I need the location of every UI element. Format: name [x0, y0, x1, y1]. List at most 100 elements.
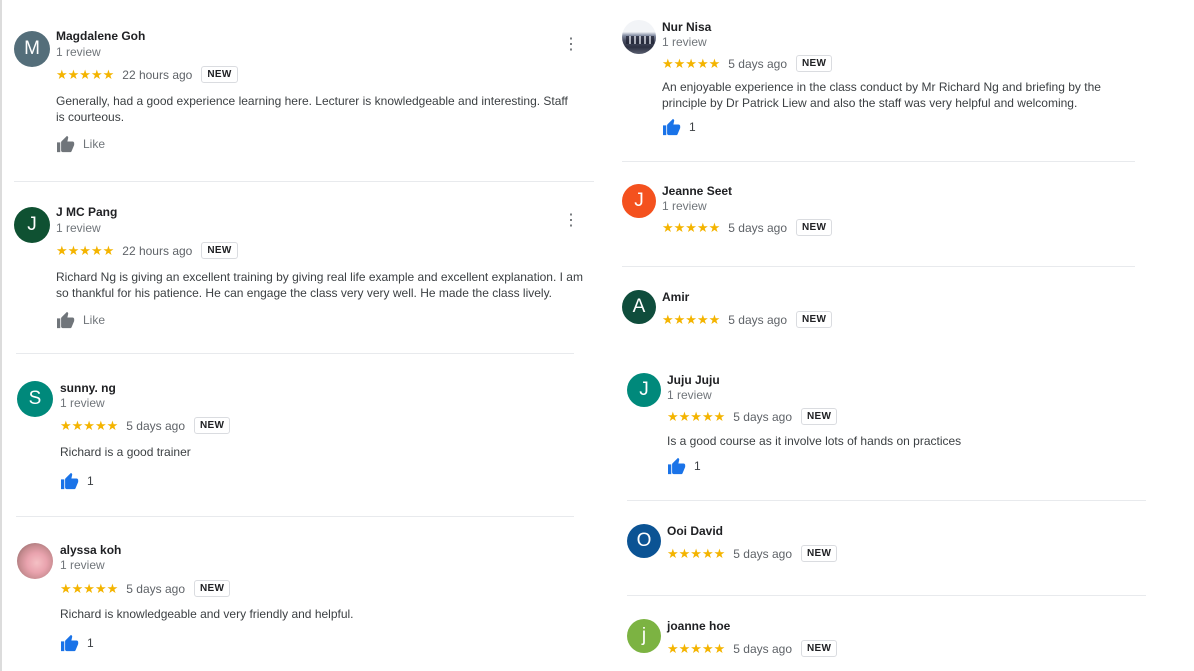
review-count: 1 review — [662, 199, 707, 213]
avatar[interactable]: J — [14, 207, 50, 243]
review-card: alyssa koh 1 review ★★★★★ 5 days ago NEW… — [17, 543, 577, 653]
reviewer-name[interactable]: J MC Pang — [56, 205, 117, 219]
review-text: Richard is a good trainer — [60, 445, 191, 459]
review-card: A Amir ★★★★★ 5 days ago NEW — [622, 290, 1142, 330]
divider — [627, 595, 1146, 596]
like-button[interactable]: Like — [56, 135, 105, 153]
new-badge: NEW — [201, 66, 238, 83]
review-card: j joanne hoe ★★★★★ 5 days ago NEW — [627, 619, 1147, 659]
reviewer-name[interactable]: Magdalene Goh — [56, 29, 145, 43]
review-time: 5 days ago — [733, 546, 792, 561]
like-count: 1 — [87, 636, 94, 650]
star-rating: ★★★★★ — [667, 640, 726, 656]
star-rating: ★★★★★ — [56, 242, 115, 258]
review-time: 22 hours ago — [122, 243, 193, 258]
new-badge: NEW — [201, 242, 238, 259]
review-card: J J MC Pang 1 review ★★★★★ 22 hours ago … — [14, 205, 594, 337]
reviewer-name[interactable]: joanne hoe — [667, 619, 730, 633]
avatar[interactable]: A — [622, 290, 656, 324]
review-text: Is a good course as it involve lots of h… — [667, 434, 962, 448]
reviewer-name[interactable]: Amir — [662, 290, 689, 304]
avatar[interactable]: J — [622, 184, 656, 218]
new-badge: NEW — [796, 55, 833, 72]
review-count: 1 review — [56, 45, 101, 59]
review-count: 1 review — [60, 396, 105, 410]
like-button[interactable]: Like — [56, 311, 105, 329]
like-count: 1 — [694, 459, 701, 473]
review-text: Richard is knowledgeable and very friend… — [60, 607, 354, 621]
review-count: 1 review — [56, 221, 101, 235]
avatar[interactable]: J — [627, 373, 661, 407]
more-vert-icon[interactable]: ⋮ — [563, 37, 579, 53]
new-badge: NEW — [801, 640, 838, 657]
avatar[interactable]: j — [627, 619, 661, 653]
review-meta: ★★★★★ 22 hours ago NEW — [56, 242, 238, 259]
avatar[interactable] — [17, 543, 53, 579]
like-button[interactable]: 1 — [667, 457, 701, 475]
review-time: 5 days ago — [733, 641, 792, 656]
thumb-up-icon — [57, 135, 75, 153]
review-time: 5 days ago — [126, 418, 185, 433]
review-card: M Magdalene Goh 1 review ★★★★★ 22 hours … — [14, 29, 594, 161]
like-count: 1 — [689, 120, 696, 134]
review-text: Generally, had a good experience learnin… — [56, 94, 568, 124]
divider — [622, 161, 1135, 162]
avatar[interactable]: O — [627, 524, 661, 558]
like-label: Like — [83, 137, 106, 151]
like-button[interactable]: 1 — [60, 472, 94, 490]
review-meta: ★★★★★ 5 days ago NEW — [662, 311, 833, 328]
more-vert-icon[interactable]: ⋮ — [563, 213, 579, 229]
avatar[interactable]: M — [14, 31, 50, 67]
like-count: 1 — [87, 474, 94, 488]
new-badge: NEW — [194, 580, 231, 597]
review-time: 5 days ago — [733, 409, 792, 424]
review-meta: ★★★★★ 5 days ago NEW — [662, 219, 833, 236]
avatar[interactable] — [622, 20, 656, 54]
divider — [14, 181, 594, 182]
review-time: 5 days ago — [728, 312, 787, 327]
thumb-up-icon — [663, 118, 681, 136]
new-badge: NEW — [194, 417, 231, 434]
star-rating: ★★★★★ — [662, 311, 721, 327]
star-rating: ★★★★★ — [60, 417, 119, 433]
review-meta: ★★★★★ 22 hours ago NEW — [56, 66, 238, 83]
review-meta: ★★★★★ 5 days ago NEW — [667, 408, 838, 425]
review-time: 5 days ago — [728, 56, 787, 71]
review-card: J Juju Juju 1 review ★★★★★ 5 days ago NE… — [627, 373, 1147, 483]
review-card: O Ooi David ★★★★★ 5 days ago NEW — [627, 524, 1147, 564]
reviewer-name[interactable]: Jeanne Seet — [662, 184, 732, 198]
divider — [16, 353, 574, 354]
avatar[interactable]: S — [17, 381, 53, 417]
review-meta: ★★★★★ 5 days ago NEW — [667, 545, 838, 562]
review-card: J Jeanne Seet 1 review ★★★★★ 5 days ago … — [622, 184, 1142, 244]
review-count: 1 review — [60, 558, 105, 572]
new-badge: NEW — [796, 311, 833, 328]
review-count: 1 review — [667, 388, 712, 402]
reviewer-name[interactable]: Nur Nisa — [662, 20, 711, 34]
star-rating: ★★★★★ — [56, 66, 115, 82]
new-badge: NEW — [801, 545, 838, 562]
reviewer-name[interactable]: Juju Juju — [667, 373, 720, 387]
new-badge: NEW — [796, 219, 833, 236]
reviewer-name[interactable]: sunny. ng — [60, 381, 116, 395]
review-card: S sunny. ng 1 review ★★★★★ 5 days ago NE… — [17, 381, 577, 491]
thumb-up-icon — [57, 311, 75, 329]
reviewer-name[interactable]: Ooi David — [667, 524, 723, 538]
thumb-up-icon — [61, 634, 79, 652]
reviews-column-left: M Magdalene Goh 1 review ★★★★★ 22 hours … — [0, 0, 600, 671]
like-button[interactable]: 1 — [662, 118, 696, 136]
review-time: 5 days ago — [126, 581, 185, 596]
review-text: An enjoyable experience in the class con… — [662, 80, 1101, 110]
star-rating: ★★★★★ — [662, 219, 721, 235]
like-button[interactable]: 1 — [60, 634, 94, 652]
divider — [622, 266, 1135, 267]
review-meta: ★★★★★ 5 days ago NEW — [60, 417, 231, 434]
new-badge: NEW — [801, 408, 838, 425]
star-rating: ★★★★★ — [667, 545, 726, 561]
reviewer-name[interactable]: alyssa koh — [60, 543, 121, 557]
review-text: Richard Ng is giving an excellent traini… — [56, 270, 583, 300]
star-rating: ★★★★★ — [662, 55, 721, 71]
review-card: Nur Nisa 1 review ★★★★★ 5 days ago NEW A… — [622, 20, 1142, 140]
thumb-up-icon — [61, 472, 79, 490]
star-rating: ★★★★★ — [60, 580, 119, 596]
